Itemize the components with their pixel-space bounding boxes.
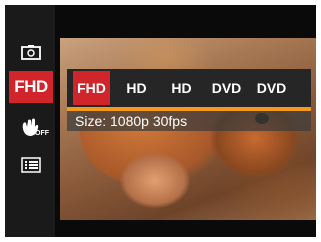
menu-button[interactable] [9,151,53,179]
shake-reduction-button[interactable]: OFF [9,115,53,143]
option-dvd-2[interactable]: DVD [253,71,290,105]
option-hd-2[interactable]: HD [163,71,200,105]
option-fhd[interactable]: FHD [73,71,110,105]
resolution-options-bar: FHD HD HD DVD DVD [67,69,311,107]
camera-screen: FHD OFF FHD HD HD DVD DVD Size: 1080p 30… [5,5,316,237]
option-dvd-1[interactable]: DVD [208,71,245,105]
shake-reduction-badge: OFF [35,130,49,137]
option-hd-1[interactable]: HD [118,71,155,105]
sidebar: FHD OFF [5,5,55,237]
image-stabilizer-button[interactable] [9,39,53,67]
size-info-text: Size: 1080p 30fps [75,113,188,129]
info-bar: Size: 1080p 30fps [67,111,311,131]
resolution-button[interactable]: FHD [9,71,53,103]
menu-list-icon [21,157,41,173]
resolution-label: FHD [14,77,48,96]
image-stabilizer-icon [21,45,41,60]
